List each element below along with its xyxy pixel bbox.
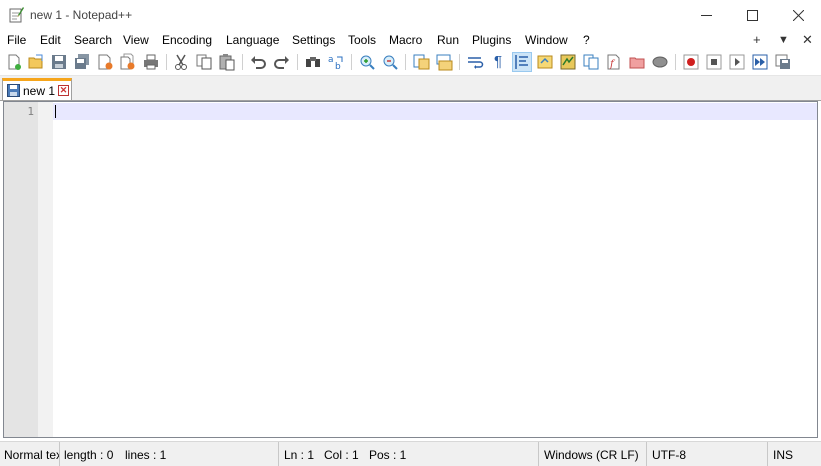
- folder-as-workspace-icon[interactable]: [628, 53, 646, 71]
- menu-settings[interactable]: Settings: [292, 33, 335, 47]
- toolbar-separator: [297, 54, 298, 70]
- menu-window[interactable]: Window: [525, 33, 568, 47]
- print-icon[interactable]: [142, 53, 160, 71]
- save-icon[interactable]: [50, 53, 68, 71]
- encoding-label: UTF-8: [652, 448, 686, 462]
- redo-icon[interactable]: [273, 53, 291, 71]
- menu-run[interactable]: Run: [437, 33, 459, 47]
- word-wrap-icon[interactable]: [466, 53, 484, 71]
- close-window-button[interactable]: [775, 0, 821, 30]
- insert-mode-label: INS: [773, 448, 794, 462]
- find-icon[interactable]: [304, 53, 322, 71]
- tab-label: new 1: [23, 84, 56, 98]
- save-all-icon[interactable]: [73, 53, 91, 71]
- tab-close-button[interactable]: ✕: [58, 85, 69, 96]
- line-number: 1: [27, 105, 34, 118]
- close-all-icon[interactable]: [119, 53, 137, 71]
- menu-language[interactable]: Language: [226, 33, 279, 47]
- stop-recording-icon[interactable]: [705, 53, 723, 71]
- menu-search[interactable]: Search: [74, 33, 112, 47]
- toolbar-separator: [242, 54, 243, 70]
- maximize-button[interactable]: [729, 0, 775, 30]
- svg-text:b: b: [335, 62, 341, 71]
- notepad-plus-plus-icon: [9, 6, 24, 23]
- tab-list-dropdown-button[interactable]: ▼: [778, 34, 789, 46]
- menu-file[interactable]: File: [7, 33, 26, 47]
- length-label: length : 0: [64, 448, 114, 462]
- toolbar: ab ¶ f: [0, 50, 821, 76]
- user-defined-language-icon[interactable]: [536, 53, 554, 71]
- eol-label: Windows (CR LF): [544, 448, 639, 462]
- zoom-in-icon[interactable]: [358, 53, 376, 71]
- run-macro-multiple-icon[interactable]: [751, 53, 769, 71]
- minimize-button[interactable]: [683, 0, 729, 30]
- status-bar: Normal text file length : 0 lines : 1 Ln…: [0, 441, 821, 466]
- close-icon[interactable]: [96, 53, 114, 71]
- document-map-icon[interactable]: [559, 53, 577, 71]
- paste-icon[interactable]: [218, 53, 236, 71]
- monitoring-icon[interactable]: [651, 53, 669, 71]
- status-eol[interactable]: Windows (CR LF): [539, 442, 647, 466]
- menu-view[interactable]: View: [123, 33, 149, 47]
- lines-label: lines : 1: [125, 448, 167, 462]
- pos-label: Pos : 1: [369, 448, 407, 462]
- copy-icon[interactable]: [195, 53, 213, 71]
- indent-guide-icon[interactable]: [512, 52, 532, 72]
- status-document-info: length : 0 lines : 1: [60, 442, 279, 466]
- toolbar-separator: [459, 54, 460, 70]
- menu-encoding[interactable]: Encoding: [162, 33, 212, 47]
- menu-plugins[interactable]: Plugins: [472, 33, 511, 47]
- window-title: new 1 - Notepad++: [30, 8, 133, 22]
- language-label: Normal text file: [4, 448, 59, 462]
- show-all-characters-icon[interactable]: ¶: [489, 53, 507, 71]
- function-list-icon[interactable]: f: [605, 53, 623, 71]
- save-icon: [7, 84, 20, 97]
- ln-label: Ln : 1: [284, 448, 315, 462]
- text-editor[interactable]: 1: [3, 101, 818, 438]
- playback-macro-icon[interactable]: [728, 53, 746, 71]
- fold-margin[interactable]: [38, 102, 53, 437]
- status-insert-mode[interactable]: INS: [768, 442, 821, 466]
- menu-tools[interactable]: Tools: [348, 33, 376, 47]
- toolbar-separator: [166, 54, 167, 70]
- close-icon: [792, 9, 804, 21]
- title-bar: new 1 - Notepad++: [0, 0, 821, 30]
- new-tab-plus-button[interactable]: +: [753, 32, 761, 47]
- line-number-gutter: 1: [4, 102, 38, 437]
- current-line-highlight: [53, 103, 817, 120]
- tab-new-1[interactable]: new 1 ✕: [2, 78, 72, 100]
- replace-icon[interactable]: ab: [327, 53, 345, 71]
- minimize-icon: [700, 14, 712, 16]
- document-list-icon[interactable]: [582, 53, 600, 71]
- new-file-icon[interactable]: [5, 53, 23, 71]
- menu-help[interactable]: ?: [583, 33, 590, 47]
- status-encoding[interactable]: UTF-8: [647, 442, 768, 466]
- sync-vertical-icon[interactable]: [412, 53, 430, 71]
- status-cursor-position: Ln : 1 Col : 1 Pos : 1: [279, 442, 539, 466]
- status-language: Normal text file: [0, 442, 60, 466]
- toolbar-separator: [675, 54, 676, 70]
- tab-bar: new 1 ✕: [0, 76, 821, 101]
- menu-macro[interactable]: Macro: [389, 33, 422, 47]
- menu-bar: File Edit Search View Encoding Language …: [0, 30, 821, 50]
- zoom-out-icon[interactable]: [381, 53, 399, 71]
- maximize-icon: [746, 9, 758, 21]
- cut-icon[interactable]: [172, 53, 190, 71]
- record-macro-icon[interactable]: [682, 53, 700, 71]
- toolbar-separator: [405, 54, 406, 70]
- text-caret: [55, 105, 56, 118]
- open-file-icon[interactable]: [27, 53, 45, 71]
- save-macro-icon[interactable]: [774, 53, 792, 71]
- undo-icon[interactable]: [249, 53, 267, 71]
- col-label: Col : 1: [324, 448, 359, 462]
- close-document-button[interactable]: ✕: [802, 32, 813, 48]
- sync-horizontal-icon[interactable]: [435, 53, 453, 71]
- menu-edit[interactable]: Edit: [40, 33, 61, 47]
- svg-text:a: a: [328, 55, 334, 65]
- toolbar-separator: [351, 54, 352, 70]
